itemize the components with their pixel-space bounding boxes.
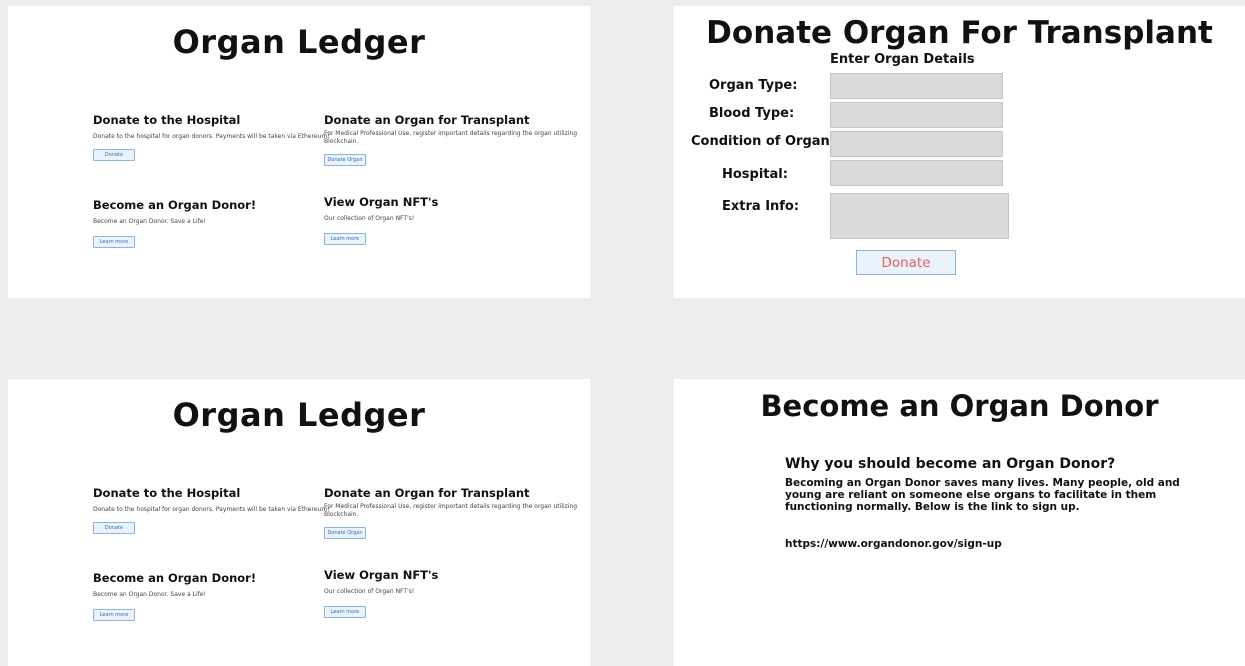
condition-input[interactable]	[830, 131, 1003, 157]
card-donate-transplant: Donate an Organ for Transplant For Medic…	[324, 486, 589, 539]
card-heading: Become an Organ Donor!	[93, 198, 257, 212]
card-text: Donate to the hospital for organ donors.…	[93, 506, 330, 513]
donate-button[interactable]: Donate	[93, 522, 135, 534]
card-heading: Donate to the Hospital	[93, 113, 241, 127]
donate-button[interactable]: Donate	[93, 149, 135, 161]
card-view-nfts: View Organ NFT's Our collection of Organ…	[324, 568, 574, 618]
blood-type-label: Blood Type:	[709, 106, 795, 121]
card-heading: Donate to the Hospital	[93, 486, 241, 500]
card-donate-hospital: Donate to the Hospital Donate to the hos…	[93, 113, 343, 161]
card-heading: View Organ NFT's	[324, 195, 439, 209]
card-donate-hospital: Donate to the Hospital Donate to the hos…	[93, 486, 343, 534]
donor-page-title: Become an Organ Donor	[760, 389, 1159, 423]
card-heading: Become an Organ Donor!	[93, 571, 257, 585]
card-text: Our collection of Organ NFT's!	[324, 215, 415, 222]
organ-type-input[interactable]	[830, 73, 1003, 99]
page-title: Organ Ledger	[172, 23, 426, 61]
card-heading: Donate an Organ for Transplant	[324, 486, 530, 500]
donate-organ-panel: Donate Organ For Transplant Enter Organ …	[674, 6, 1245, 298]
become-donor-panel: Become an Organ Donor Why you should bec…	[674, 379, 1245, 666]
card-text: Our collection of Organ NFT's!	[324, 588, 415, 595]
organ-ledger-panel-bottom: Organ Ledger Donate to the Hospital Dona…	[8, 379, 590, 666]
donate-organ-button[interactable]: Donate Organ	[324, 527, 366, 539]
form-subtitle: Enter Organ Details	[830, 52, 975, 67]
card-text: For Medical Professional Use, register i…	[324, 503, 578, 518]
card-text: Become an Organ Donor. Save a Life!	[93, 591, 206, 598]
donate-submit-button[interactable]: Donate	[856, 250, 956, 275]
extra-info-label: Extra Info:	[722, 199, 800, 214]
hospital-label: Hospital:	[722, 167, 788, 182]
card-become-donor: Become an Organ Donor! Become an Organ D…	[93, 571, 343, 621]
learn-more-button[interactable]: Learn more	[93, 609, 135, 621]
why-heading: Why you should become an Organ Donor?	[785, 456, 1116, 472]
organ-ledger-panel-top: Organ Ledger Donate to the Hospital Dona…	[8, 6, 590, 298]
signup-link[interactable]: https://www.organdonor.gov/sign-up	[785, 538, 1002, 550]
learn-more-button[interactable]: Learn more	[324, 233, 366, 245]
card-donate-transplant: Donate an Organ for Transplant For Medic…	[324, 113, 589, 166]
blood-type-input[interactable]	[830, 102, 1003, 128]
card-view-nfts: View Organ NFT's Our collection of Organ…	[324, 195, 574, 245]
donate-organ-button[interactable]: Donate Organ	[324, 154, 366, 166]
learn-more-button[interactable]: Learn more	[93, 236, 135, 248]
learn-more-button[interactable]: Learn more	[324, 606, 366, 618]
card-text: Become an Organ Donor. Save a Life!	[93, 218, 206, 225]
card-heading: Donate an Organ for Transplant	[324, 113, 530, 127]
organ-type-label: Organ Type:	[709, 78, 798, 93]
card-text: Donate to the hospital for organ donors.…	[93, 133, 330, 140]
page-title: Organ Ledger	[172, 396, 426, 434]
card-become-donor: Become an Organ Donor! Become an Organ D…	[93, 198, 343, 248]
donor-body-text: Becoming an Organ Donor saves many lives…	[785, 477, 1180, 513]
card-heading: View Organ NFT's	[324, 568, 439, 582]
hospital-input[interactable]	[830, 160, 1003, 186]
extra-info-textarea[interactable]	[830, 193, 1009, 239]
condition-label: Condition of Organ:	[691, 134, 835, 149]
card-text: For Medical Professional Use, register i…	[324, 130, 578, 145]
form-title: Donate Organ For Transplant	[706, 15, 1213, 51]
